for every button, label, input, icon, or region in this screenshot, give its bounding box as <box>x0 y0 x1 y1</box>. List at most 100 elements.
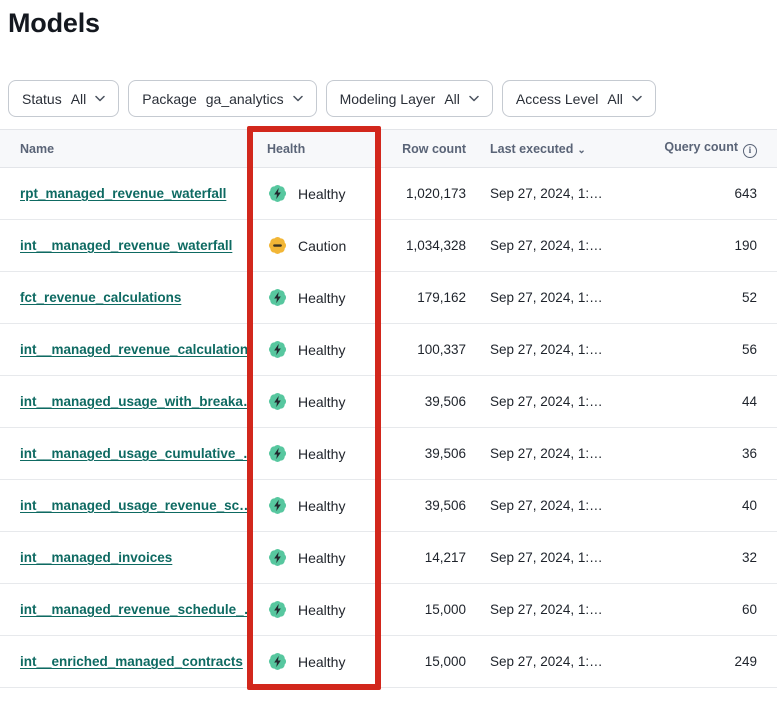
query-count-cell: 36 <box>640 428 777 480</box>
health-badge-icon <box>267 391 288 412</box>
health-badge-icon <box>267 495 288 516</box>
health-status: Healthy <box>267 443 381 464</box>
access-level-filter-label: Access Level <box>516 91 598 107</box>
package-filter-label: Package <box>142 91 196 107</box>
model-name-link[interactable]: int__managed_revenue_schedule_… <box>20 602 248 617</box>
row-count-cell: 39,506 <box>381 480 466 532</box>
query-count-cell: 249 <box>640 636 777 688</box>
access-level-filter-value: All <box>607 91 623 107</box>
health-status: Healthy <box>267 183 381 204</box>
modeling-layer-filter[interactable]: Modeling Layer All <box>326 80 493 117</box>
models-page: Models Status All Package ga_analytics M… <box>0 0 777 703</box>
model-name-link[interactable]: int__managed_usage_with_breaka… <box>20 394 248 409</box>
health-label: Healthy <box>298 654 345 670</box>
query-count-cell: 40 <box>640 480 777 532</box>
health-badge-icon <box>267 443 288 464</box>
health-status: Healthy <box>267 547 381 568</box>
model-name-link[interactable]: rpt_managed_revenue_waterfall <box>20 186 226 201</box>
health-label: Healthy <box>298 602 345 618</box>
health-label: Healthy <box>298 394 345 410</box>
query-count-cell: 56 <box>640 324 777 376</box>
row-count-cell: 179,162 <box>381 272 466 324</box>
model-name-link[interactable]: fct_revenue_calculations <box>20 290 181 305</box>
row-count-cell: 14,217 <box>381 532 466 584</box>
table-row: int__managed_revenue_schedule_… Healthy … <box>0 584 777 636</box>
modeling-layer-filter-label: Modeling Layer <box>340 91 436 107</box>
table-row: fct_revenue_calculations Healthy 179,162… <box>0 272 777 324</box>
health-label: Healthy <box>298 290 345 306</box>
modeling-layer-filter-value: All <box>444 91 460 107</box>
last-executed-cell: Sep 27, 2024, 1:… <box>466 324 640 376</box>
table-header-row: Name Health Row count Last executed⌄ Que… <box>0 130 777 168</box>
health-badge-icon <box>267 339 288 360</box>
model-name-link[interactable]: int__managed_revenue_waterfall <box>20 238 232 253</box>
health-status: Healthy <box>267 391 381 412</box>
health-label: Healthy <box>298 498 345 514</box>
model-name-link[interactable]: int__enriched_managed_contracts <box>20 654 243 669</box>
column-header-query-count: Query count i <box>640 130 777 168</box>
health-status: Healthy <box>267 651 381 672</box>
health-status: Caution <box>267 235 381 256</box>
filter-bar: Status All Package ga_analytics Modeling… <box>8 80 777 117</box>
health-label: Caution <box>298 238 346 254</box>
last-executed-cell: Sep 27, 2024, 1:… <box>466 636 640 688</box>
health-badge-icon <box>267 599 288 620</box>
column-header-last-executed[interactable]: Last executed ⌄ <box>466 130 640 168</box>
status-filter-value: All <box>71 91 87 107</box>
chevron-down-icon <box>293 95 303 102</box>
last-executed-cell: Sep 27, 2024, 1:… <box>466 168 640 220</box>
row-count-cell: 100,337 <box>381 324 466 376</box>
health-status: Healthy <box>267 599 381 620</box>
query-count-header-label: Query count <box>664 140 738 154</box>
query-count-cell: 60 <box>640 584 777 636</box>
last-executed-cell: Sep 27, 2024, 1:… <box>466 376 640 428</box>
health-status: Healthy <box>267 339 381 360</box>
last-executed-cell: Sep 27, 2024, 1:… <box>466 272 640 324</box>
query-count-cell: 44 <box>640 376 777 428</box>
query-count-cell: 32 <box>640 532 777 584</box>
column-header-row-count: Row count <box>381 130 466 168</box>
health-badge-icon <box>267 235 288 256</box>
column-header-health: Health <box>248 130 381 168</box>
row-count-cell: 39,506 <box>381 376 466 428</box>
row-count-cell: 1,034,328 <box>381 220 466 272</box>
info-icon[interactable]: i <box>743 144 757 158</box>
last-executed-cell: Sep 27, 2024, 1:… <box>466 480 640 532</box>
query-count-cell: 643 <box>640 168 777 220</box>
table-row: int__managed_revenue_calculations Health… <box>0 324 777 376</box>
last-executed-cell: Sep 27, 2024, 1:… <box>466 532 640 584</box>
chevron-down-icon <box>95 95 105 102</box>
model-name-link[interactable]: int__managed_revenue_calculations <box>20 342 248 357</box>
row-count-cell: 39,506 <box>381 428 466 480</box>
last-executed-cell: Sep 27, 2024, 1:… <box>466 584 640 636</box>
health-label: Healthy <box>298 446 345 462</box>
chevron-down-icon <box>469 95 479 102</box>
health-badge-icon <box>267 287 288 308</box>
page-title: Models <box>0 0 777 39</box>
model-name-link[interactable]: int__managed_usage_cumulative_… <box>20 446 248 461</box>
table-row: int__enriched_managed_contracts Healthy … <box>0 636 777 688</box>
query-count-cell: 190 <box>640 220 777 272</box>
table-row: int__managed_usage_with_breaka… Healthy … <box>0 376 777 428</box>
chevron-down-icon <box>632 95 642 102</box>
models-table: Name Health Row count Last executed⌄ Que… <box>0 129 777 688</box>
package-filter[interactable]: Package ga_analytics <box>128 80 316 117</box>
package-filter-value: ga_analytics <box>206 91 284 107</box>
access-level-filter[interactable]: Access Level All <box>502 80 656 117</box>
status-filter[interactable]: Status All <box>8 80 119 117</box>
sort-chevron-down-icon[interactable]: ⌄ <box>577 145 585 156</box>
status-filter-label: Status <box>22 91 62 107</box>
last-executed-header-label: Last executed <box>490 142 573 156</box>
table-row: int__managed_usage_cumulative_… Healthy … <box>0 428 777 480</box>
health-badge-icon <box>267 547 288 568</box>
row-count-cell: 1,020,173 <box>381 168 466 220</box>
row-count-cell: 15,000 <box>381 636 466 688</box>
model-name-link[interactable]: int__managed_usage_revenue_sc… <box>20 498 248 513</box>
models-table-wrap: Name Health Row count Last executed⌄ Que… <box>0 129 777 688</box>
row-count-cell: 15,000 <box>381 584 466 636</box>
health-status: Healthy <box>267 495 381 516</box>
health-label: Healthy <box>298 186 345 202</box>
table-row: int__managed_revenue_waterfall Caution 1… <box>0 220 777 272</box>
health-badge-icon <box>267 183 288 204</box>
model-name-link[interactable]: int__managed_invoices <box>20 550 172 565</box>
